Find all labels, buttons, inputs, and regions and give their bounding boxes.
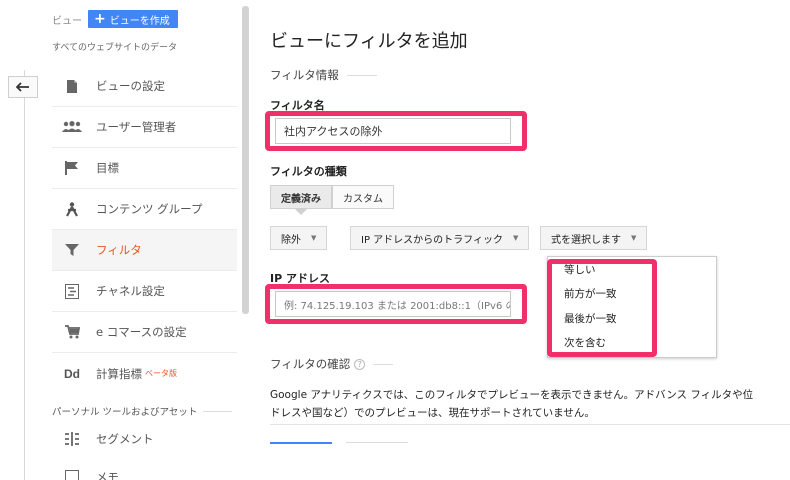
beta-badge: ベータ版 xyxy=(145,369,177,378)
view-header: ビュー + ビューを作成 xyxy=(52,10,178,28)
source-dropdown[interactable]: IP アドレスからのトラフィック ▼ xyxy=(350,226,530,250)
create-view-label: ビューを作成 xyxy=(109,15,170,27)
source-dropdown-value: IP アドレスからのトラフィック xyxy=(361,234,503,246)
sidebar-item-filters[interactable]: フィルタ xyxy=(52,230,237,271)
document-icon xyxy=(58,76,86,96)
caret-down-icon: ▼ xyxy=(311,234,317,242)
exclude-dropdown[interactable]: 除外 ▼ xyxy=(270,226,328,250)
heading-divider xyxy=(346,74,377,76)
ip-address-input[interactable]: 例: 74.125.19.103 または 2001:db8::1（IPv6 の xyxy=(275,291,511,317)
sidebar-item-label: メモ xyxy=(96,470,119,480)
menu-item-contains[interactable]: 次を含む xyxy=(548,331,716,356)
arrow-left-icon xyxy=(16,82,29,92)
exclude-dropdown-value: 除外 xyxy=(281,234,301,246)
heading-divider xyxy=(373,363,394,365)
sidebar-item-label: コンテンツ グループ xyxy=(96,202,203,216)
caret-down-icon: ▼ xyxy=(512,234,519,242)
sidebar-item-label: チャネル設定 xyxy=(96,284,165,298)
cancel-button-edge[interactable] xyxy=(346,442,408,443)
sidebar-item-label: 計算指標 xyxy=(96,366,142,381)
save-button-edge[interactable] xyxy=(270,442,332,444)
sidebar-item-segments[interactable]: セグメント xyxy=(52,420,237,458)
page-title: ビューにフィルタを追加 xyxy=(270,31,468,52)
description-line-2: ドレスや国など）でのプレビューは、現在サポートされていません。 xyxy=(270,407,595,419)
sidebar-item-channel-settings[interactable]: チャネル設定 xyxy=(52,271,237,312)
memo-icon xyxy=(58,467,86,480)
tab-predefined[interactable]: 定義済み xyxy=(270,185,332,209)
personal-tools-nav: セグメント メモ xyxy=(52,420,237,480)
sidebar-item-content-groups[interactable]: コンテンツ グループ xyxy=(52,189,237,230)
filter-verify-heading-text: フィルタの確認 xyxy=(270,357,351,371)
filter-type-label: フィルタの種類 xyxy=(270,165,347,178)
ip-address-label: IP アドレス xyxy=(270,272,330,285)
sidebar-item-label: ユーザー管理者 xyxy=(96,120,177,134)
menu-item-starts-with[interactable]: 前方が一致 xyxy=(548,282,716,307)
view-label: ビュー xyxy=(52,15,82,27)
create-view-button[interactable]: + ビューを作成 xyxy=(88,10,178,28)
sidebar-item-memo[interactable]: メモ xyxy=(52,458,237,480)
expression-dropdown-value: 式を選択します xyxy=(551,234,621,246)
filter-verify-heading: フィルタの確認 ? xyxy=(270,356,770,372)
sidebar-item-label: フィルタ xyxy=(96,243,142,257)
section-title-text: パーソナル ツールおよびアセット xyxy=(52,407,198,418)
menu-item-equals[interactable]: 等しい xyxy=(548,257,716,282)
tab-custom[interactable]: カスタム xyxy=(332,185,394,209)
cart-icon xyxy=(58,322,86,342)
sidebar-item-label: セグメント xyxy=(96,432,154,446)
app-root: ビュー + ビューを作成 すべてのウェブサイトのデータ ビューの設定 ユーザー管… xyxy=(0,0,790,480)
view-subtitle: すべてのウェブサイトのデータ xyxy=(52,43,178,53)
expression-dropdown-menu: 等しい 前方が一致 最後が一致 次を含む xyxy=(547,256,717,358)
users-icon xyxy=(58,117,86,137)
sidebar-item-view-settings[interactable]: ビューの設定 xyxy=(52,66,237,107)
filter-info-heading-text: フィルタ情報 xyxy=(270,68,339,82)
filter-info-heading: フィルタ情報 xyxy=(270,67,770,83)
personal-tools-section-title: パーソナル ツールおよびアセット xyxy=(52,404,232,418)
flag-icon xyxy=(58,158,86,178)
sidebar-item-label: ビューの設定 xyxy=(96,79,165,93)
menu-item-ends-with[interactable]: 最後が一致 xyxy=(548,306,716,331)
person-walk-icon xyxy=(58,199,86,219)
sidebar-nav: ビューの設定 ユーザー管理者 目標 コンテンツ グループ フィルタ チャネル設定… xyxy=(52,66,237,394)
sidebar-item-ecommerce[interactable]: e コマースの設定 xyxy=(52,312,237,353)
main-content: ビューにフィルタを追加 フィルタ情報 フィルタ名 社内アクセスの除外 フィルタの… xyxy=(270,0,790,480)
sidebar-item-goals[interactable]: 目標 xyxy=(52,148,237,189)
caret-down-icon: ▼ xyxy=(631,234,637,242)
channel-icon xyxy=(58,281,86,301)
sidebar-item-calculated-metrics[interactable]: Dd 計算指標 ベータ版 xyxy=(52,353,237,394)
footer-divider xyxy=(270,424,790,425)
help-icon[interactable]: ? xyxy=(354,358,366,370)
segment-icon xyxy=(58,429,86,449)
verify-description: Google アナリティクスでは、このフィルタでプレビューを表示できません。アド… xyxy=(270,386,790,422)
sidebar-scrollbar[interactable] xyxy=(242,6,249,314)
section-divider xyxy=(203,410,232,412)
sidebar: ビュー + ビューを作成 すべてのウェブサイトのデータ ビューの設定 ユーザー管… xyxy=(48,0,240,480)
sidebar-item-label: 目標 xyxy=(96,161,119,175)
filter-name-input[interactable]: 社内アクセスの除外 xyxy=(275,118,511,144)
description-line-1: Google アナリティクスでは、このフィルタでプレビューを表示できません。アド… xyxy=(270,389,754,401)
left-rail xyxy=(0,0,48,480)
filter-type-tabs: 定義済み カスタム xyxy=(270,185,394,209)
back-button[interactable] xyxy=(8,76,38,98)
dd-icon: Dd xyxy=(64,366,80,381)
plus-icon: + xyxy=(94,11,106,27)
tab-caret-indicator xyxy=(295,209,307,215)
sidebar-item-label: e コマースの設定 xyxy=(96,325,187,339)
expression-dropdown[interactable]: 式を選択します ▼ xyxy=(540,226,648,250)
rail-divider xyxy=(24,70,25,480)
funnel-icon xyxy=(58,240,86,260)
filter-name-label: フィルタ名 xyxy=(270,99,325,112)
sidebar-item-user-management[interactable]: ユーザー管理者 xyxy=(52,107,237,148)
